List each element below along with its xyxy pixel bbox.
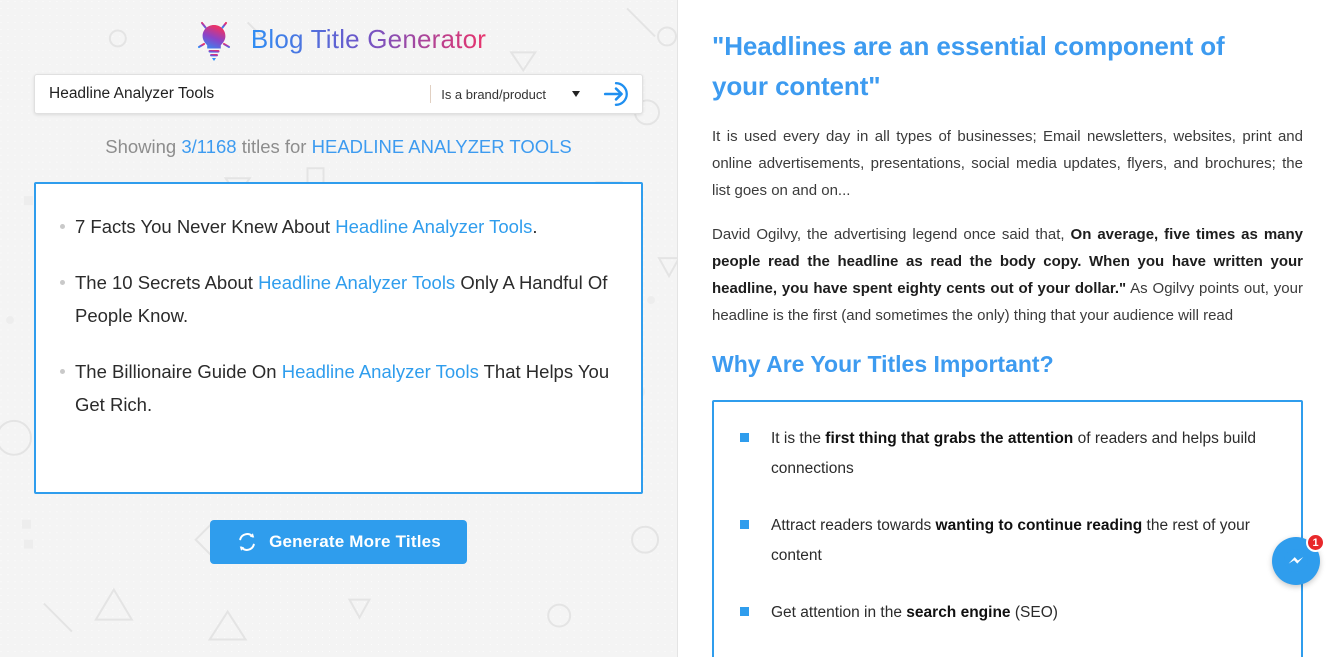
bullet-text: It is the first thing that grabs the att… [771, 424, 1275, 484]
list-item: It is the first thing that grabs the att… [740, 424, 1275, 484]
search-input[interactable] [49, 75, 425, 113]
generate-more-titles-button[interactable]: Generate More Titles [210, 520, 467, 564]
chevron-down-icon[interactable] [572, 91, 580, 97]
lightbulb-icon [192, 16, 235, 61]
bullet-bold: first thing that grabs the attention [825, 430, 1074, 447]
result-keyword: Headline Analyzer Tools [335, 216, 533, 237]
bullet-post: (SEO) [1010, 604, 1058, 621]
list-item[interactable]: The Billionaire Guide On Headline Analyz… [60, 355, 615, 421]
messenger-chat-button[interactable]: 1 [1272, 533, 1325, 585]
titles-importance-list: It is the first thing that grabs the att… [712, 400, 1303, 657]
result-title: The 10 Secrets About Headline Analyzer T… [75, 266, 615, 332]
bullet-dot-icon [60, 224, 65, 229]
generate-button-wrapper: Generate More Titles [32, 520, 645, 564]
article-heading: "Headlines are an essential component of… [712, 31, 1225, 101]
list-item[interactable]: The 10 Secrets About Headline Analyzer T… [60, 266, 615, 332]
result-pre: The Billionaire Guide On [75, 361, 282, 382]
arrow-into-circle-icon [603, 82, 628, 106]
refresh-icon [239, 533, 255, 551]
keyword-type-select[interactable]: Is a brand/product [441, 87, 586, 102]
results-count-text: Showing 3/1168 titles for HEADLINE ANALY… [32, 136, 645, 158]
bullet-pre: Get attention in the [771, 604, 907, 621]
results-list: 7 Facts You Never Knew About Headline An… [34, 182, 643, 494]
brand-title-part1: Blog [250, 23, 311, 54]
showing-keyword: HEADLINE ANALYZER TOOLS [311, 136, 572, 157]
article-paragraph-2: David Ogilvy, the advertising legend onc… [712, 221, 1303, 329]
bullet-square-icon [740, 433, 749, 442]
bullet-square-icon [740, 520, 749, 529]
article-panel: "Headlines are an essential component of… [678, 0, 1339, 657]
result-pre: 7 Facts You Never Knew About [75, 216, 336, 237]
bullet-dot-icon [60, 280, 65, 285]
page-title: Blog Title Generator [251, 24, 486, 55]
list-item: Get attention in the search engine (SEO) [740, 598, 1275, 628]
bullet-pre: Attract readers towards [771, 517, 936, 534]
bullet-bold: wanting to continue reading [935, 517, 1143, 534]
field-divider [430, 85, 432, 103]
generate-button-label: Generate More Titles [269, 532, 441, 551]
bullet-text: Get attention in the search engine (SEO) [771, 598, 1275, 628]
list-item: Attract readers towards wanting to conti… [740, 511, 1275, 571]
submit-search-button[interactable] [602, 80, 630, 108]
generator-panel: Blog Title Generator Is a brand/product [0, 0, 678, 657]
paragraph2-lead: David Ogilvy, the advertising legend onc… [712, 226, 1071, 243]
result-title: The Billionaire Guide On Headline Analyz… [75, 355, 615, 421]
search-bar[interactable]: Is a brand/product [34, 74, 643, 114]
brand-title-part2: Title Generator [310, 23, 487, 54]
showing-middle: titles for [236, 136, 312, 157]
bullet-text: Attract readers towards wanting to conti… [771, 511, 1275, 571]
bullet-dot-icon [60, 369, 65, 374]
list-item[interactable]: 7 Facts You Never Knew About Headline An… [60, 210, 615, 243]
showing-prefix: Showing [105, 136, 182, 157]
brand-header: Blog Title Generator [32, 0, 645, 62]
result-keyword: Headline Analyzer Tools [258, 272, 456, 293]
showing-count: 3/1168 [181, 136, 237, 157]
result-keyword: Headline Analyzer Tools [281, 361, 479, 382]
bullet-pre: It is the [771, 430, 826, 447]
result-post: . [532, 216, 538, 237]
bullet-square-icon [740, 607, 749, 616]
article-paragraph-1: It is used every day in all types of bus… [712, 128, 1303, 199]
bullet-bold: search engine [906, 604, 1011, 621]
unread-badge: 1 [1306, 533, 1325, 552]
result-pre: The 10 Secrets About [75, 272, 259, 293]
app-root: Blog Title Generator Is a brand/product [0, 0, 1339, 657]
result-title: 7 Facts You Never Knew About Headline An… [75, 210, 615, 243]
article-subheading: Why Are Your Titles Important? [712, 351, 1054, 377]
keyword-type-label: Is a brand/product [441, 86, 546, 102]
